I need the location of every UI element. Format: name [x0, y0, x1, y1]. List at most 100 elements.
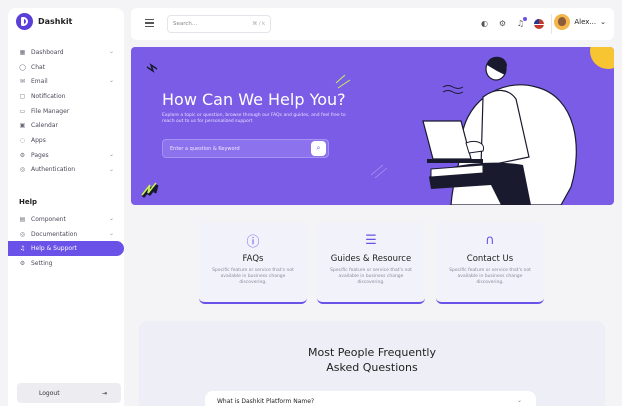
- sidebar-item-label: Email: [31, 78, 48, 86]
- chevron-down-icon: ⌄: [108, 165, 114, 173]
- sidebar-item-email[interactable]: ✉ Email ⌄: [8, 74, 124, 89]
- brand-name: Dashkit: [38, 16, 73, 26]
- lines-decor-icon: [335, 74, 351, 89]
- sidebar-item-calendar[interactable]: ▣ Calendar: [8, 118, 124, 133]
- sidebar-item-label: Component: [31, 215, 66, 223]
- chevron-down-icon: ⌄: [600, 18, 606, 26]
- gear-icon: ⚙: [19, 259, 26, 267]
- sparkle-decor-icon: [146, 63, 158, 73]
- card-description: Specific feature or service that's not a…: [449, 268, 531, 285]
- section-title-help: Help: [19, 198, 38, 206]
- brand-logo-icon: [16, 12, 33, 30]
- search-placeholder: Search...: [173, 21, 198, 27]
- bell-icon: ▢: [19, 92, 26, 100]
- headset-icon: ♫: [19, 245, 26, 253]
- sidebar-item-setting[interactable]: ⚙ Setting: [8, 256, 124, 271]
- help-search-placeholder: Enter a question & Keyword: [170, 145, 240, 152]
- folder-icon: ▭: [19, 107, 26, 115]
- calendar-icon: ▣: [19, 122, 26, 130]
- header-divider: [551, 14, 552, 34]
- faq-title-line2: Asked Questions: [326, 361, 418, 374]
- faq-section: Most People Frequently Asked Questions W…: [139, 321, 605, 406]
- settings-icon[interactable]: ⚙: [497, 18, 508, 29]
- sidebar-item-label: Documentation: [31, 230, 78, 238]
- wave-decor-icon: [442, 85, 464, 94]
- card-description: Specific feature or service that's not a…: [330, 268, 412, 285]
- help-search-input[interactable]: Enter a question & Keyword ⌕: [162, 139, 329, 158]
- alert-circle-icon: ⓘ: [246, 234, 260, 250]
- document-lines-icon: ☰: [365, 232, 377, 248]
- headphones-icon: ∩: [485, 232, 495, 248]
- chevron-down-icon: ⌄: [108, 150, 114, 158]
- pages-icon: ⚙: [19, 151, 26, 159]
- sidebar-item-label: File Manager: [31, 107, 70, 115]
- notification-dot: [523, 17, 527, 21]
- search-shortcut: ⌘ / k: [252, 21, 265, 27]
- apps-icon: ◌: [19, 136, 26, 144]
- sidebar-item-component[interactable]: ▤ Component ⌄: [8, 212, 124, 227]
- chevron-down-icon: ⌄: [516, 397, 522, 404]
- logout-label: Logout: [39, 389, 60, 397]
- faq-question-item[interactable]: What is Dashkit Platform Name? ⌄: [205, 391, 536, 406]
- sidebar-item-file-manager[interactable]: ▭ File Manager: [8, 104, 124, 119]
- sidebar-item-pages[interactable]: ⚙ Pages ⌄: [8, 148, 124, 163]
- logout-button[interactable]: Logout ⇥: [17, 383, 121, 403]
- card-title: Contact Us: [466, 254, 514, 264]
- sidebar: Dashkit ▦ Dashboard ⌄ ◯ Chat ✉ Email ⌄ ▢ Notifica…: [8, 8, 124, 406]
- lock-icon: ◎: [19, 166, 26, 174]
- chevron-down-icon: ⌄: [108, 77, 114, 85]
- sidebar-item-authentication[interactable]: ◎ Authentication ⌄: [8, 163, 124, 178]
- chevron-down-icon: ⌄: [108, 48, 114, 55]
- brand[interactable]: Dashkit: [16, 12, 72, 30]
- sidebar-item-label: Apps: [31, 136, 46, 144]
- user-name: Alex...: [574, 18, 597, 26]
- help-hero-banner: How Can We Help You? Explore a topic or …: [131, 47, 614, 205]
- component-icon: ▤: [19, 215, 26, 223]
- sidebar-item-apps[interactable]: ◌ Apps: [8, 133, 124, 148]
- top-header: Search... ⌘ / k ◐ ⚙ ♫ Alex... ⌄: [131, 8, 614, 40]
- card-title: FAQs: [242, 254, 264, 264]
- sidebar-item-chat[interactable]: ◯ Chat: [8, 60, 124, 75]
- search-icon: ⌕: [316, 144, 321, 152]
- avatar: [554, 14, 571, 30]
- chat-icon: ◯: [19, 63, 26, 71]
- notification-bell-icon[interactable]: ♫: [515, 17, 527, 29]
- sidebar-item-label: Dashboard: [31, 48, 64, 56]
- user-menu[interactable]: Alex... ⌄: [554, 14, 606, 30]
- sidebar-item-notification[interactable]: ▢ Notification: [8, 89, 124, 104]
- card-contact-us[interactable]: ∩ Contact Us Specific feature or service…: [436, 222, 544, 304]
- main-nav: ▦ Dashboard ⌄ ◯ Chat ✉ Email ⌄ ▢ Notification ▭ Fil…: [8, 45, 124, 177]
- sidebar-item-label: Help & Support: [31, 245, 77, 253]
- faq-question-text: What is Dashkit Platform Name?: [217, 398, 315, 405]
- hero-subtitle: Explore a topic or question, browse thro…: [162, 113, 346, 124]
- chevron-down-icon: ⌄: [108, 229, 114, 237]
- card-faqs[interactable]: ⓘ FAQs Specific feature or service that'…: [199, 222, 307, 304]
- document-icon: ◎: [19, 230, 26, 238]
- hero-illustration: [141, 56, 577, 205]
- sidebar-item-help-support[interactable]: ♫ Help & Support: [8, 241, 124, 257]
- search-input[interactable]: Search... ⌘ / k: [167, 15, 271, 33]
- mail-icon: ✉: [19, 78, 26, 86]
- sidebar-item-label: Notification: [31, 92, 66, 100]
- menu-toggle-icon[interactable]: [145, 19, 154, 27]
- grid-icon: ▦: [19, 48, 26, 56]
- help-nav: ▤ Component ⌄ ◎ Documentation ⌄ ♫ Help & Suppor…: [8, 212, 124, 271]
- faq-title-line1: Most People Frequently: [308, 346, 436, 359]
- faq-title: Most People Frequently Asked Questions: [139, 345, 605, 375]
- sidebar-item-dashboard[interactable]: ▦ Dashboard ⌄: [8, 45, 124, 60]
- sidebar-item-label: Authentication: [31, 166, 76, 174]
- card-description: Specific feature or service that's not a…: [212, 268, 294, 285]
- chevron-down-icon: ⌄: [108, 215, 114, 222]
- search-button[interactable]: ⌕: [311, 141, 326, 156]
- sidebar-item-label: Setting: [31, 259, 53, 267]
- sidebar-item-label: Calendar: [31, 122, 58, 130]
- language-flag-icon[interactable]: [533, 18, 544, 29]
- theme-toggle-icon[interactable]: ◐: [479, 18, 490, 29]
- logout-icon: ⇥: [101, 389, 107, 397]
- card-title: Guides & Resource: [330, 254, 412, 264]
- sidebar-item-label: Pages: [31, 151, 49, 159]
- card-guides-resource[interactable]: ☰ Guides & Resource Specific feature or …: [317, 222, 425, 304]
- sidebar-item-label: Chat: [31, 63, 46, 71]
- sidebar-item-documentation[interactable]: ◎ Documentation ⌄: [8, 227, 124, 242]
- hero-title: How Can We Help You?: [162, 90, 346, 109]
